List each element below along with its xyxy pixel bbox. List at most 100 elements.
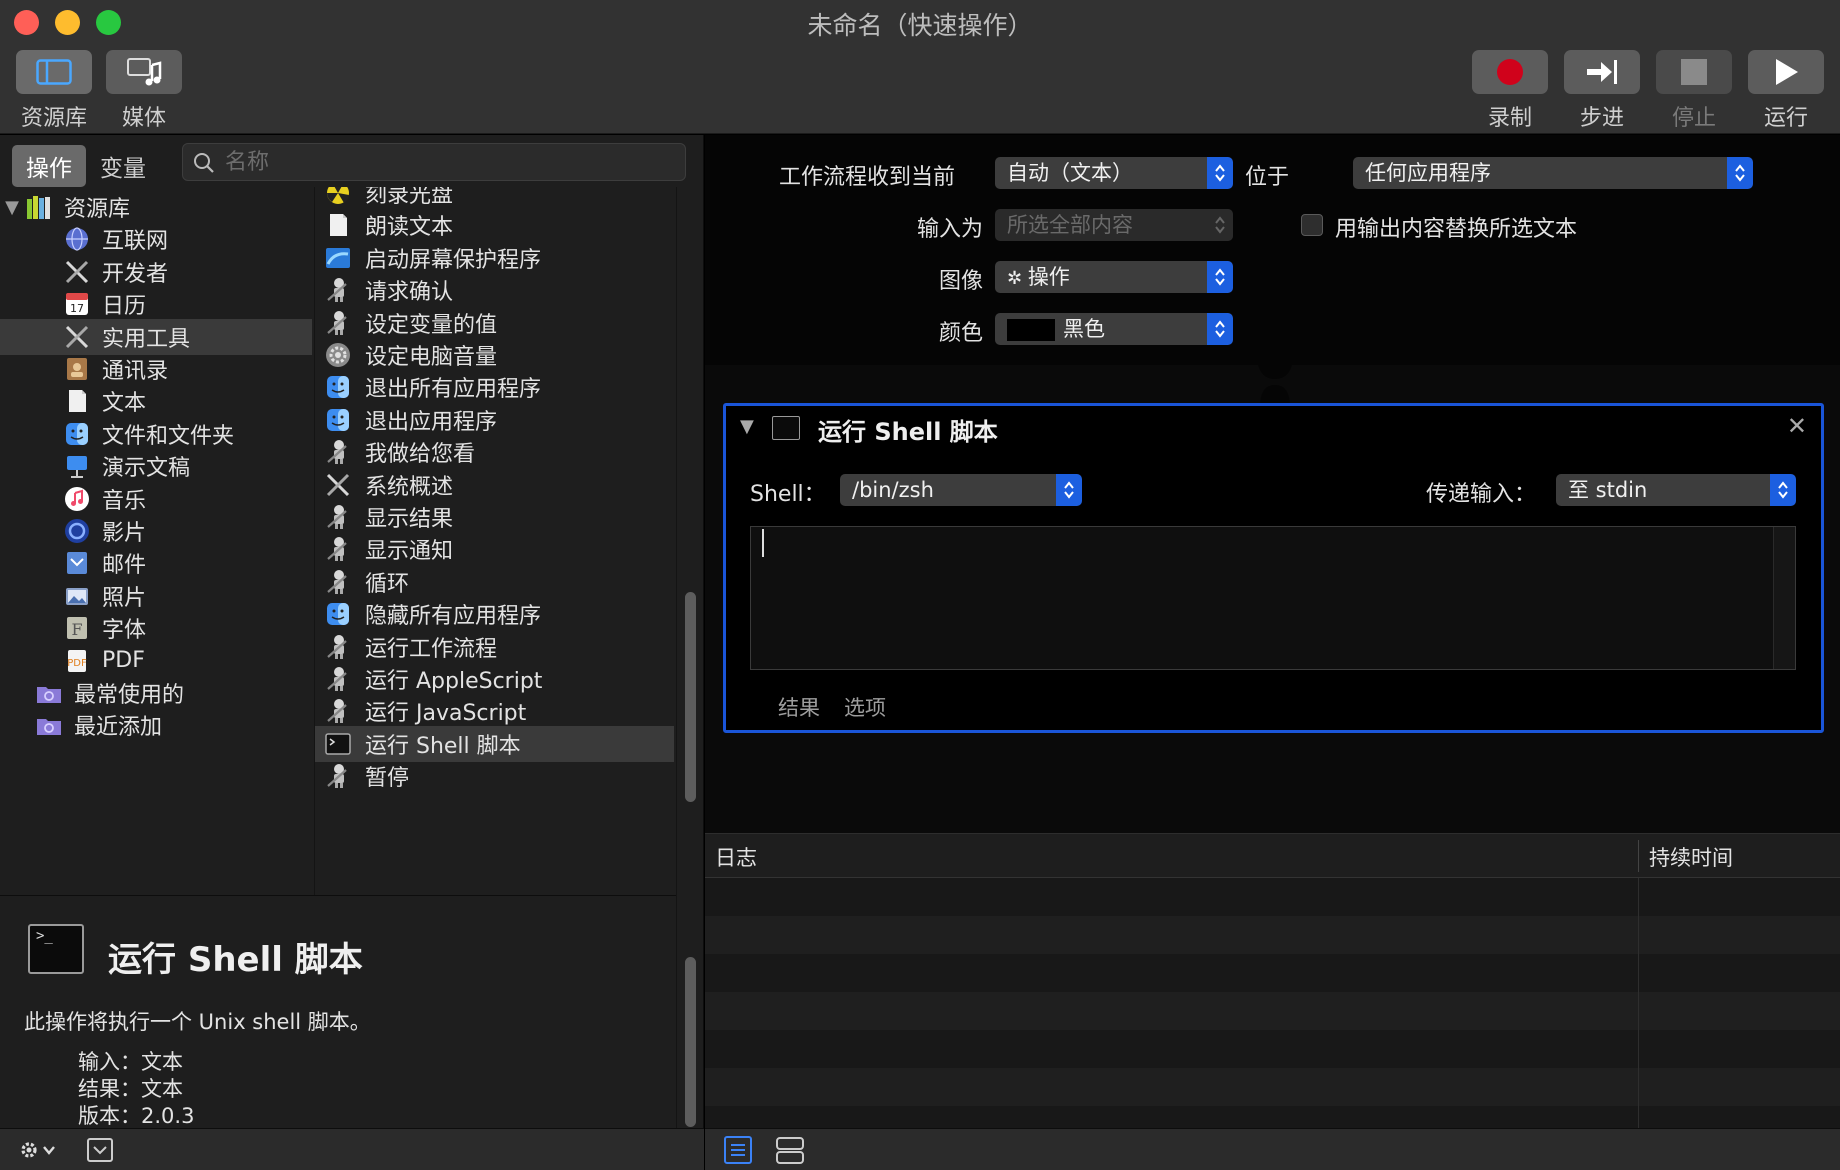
finder-icon (62, 419, 92, 449)
action-item-13[interactable]: 隐藏所有应用程序 (315, 596, 674, 632)
table-row (705, 878, 1840, 916)
record-button[interactable]: 录制 (1472, 50, 1548, 132)
sidebar-item-7[interactable]: 文件和文件夹 (0, 416, 312, 452)
automator-robot-icon (323, 275, 353, 305)
sidebar-item-16[interactable]: 最近添加 (0, 707, 312, 743)
sidebar-item-1[interactable]: 互联网 (0, 221, 312, 257)
library-icon (24, 192, 54, 222)
workflow-connector (1240, 365, 1310, 407)
automator-robot-icon (323, 502, 353, 532)
action-item-label: 刻录光盘 (365, 187, 454, 208)
split-view-icon[interactable] (775, 1135, 805, 1165)
system-prefs-icon (323, 340, 353, 370)
sidebar-item-11[interactable]: 邮件 (0, 545, 312, 581)
input-is-popup[interactable]: 所选全部内容 (995, 209, 1233, 241)
color-popup[interactable]: 黑色 (995, 313, 1233, 345)
sidebar-item-15[interactable]: 最常使用的 (0, 675, 312, 711)
action-item-9[interactable]: 系统概述 (315, 467, 674, 503)
automator-robot-icon (323, 632, 353, 662)
sidebar-item-14[interactable]: PDF PDF (0, 643, 312, 679)
media-icon (127, 58, 162, 86)
action-list: 刻录光盘朗读文本 启动屏幕保护程序 请求确认 设定变量的值 设定电脑音量 退出所有应用程序… (314, 187, 674, 895)
show-description-icon[interactable] (86, 1137, 114, 1163)
script-editor[interactable] (750, 526, 1796, 670)
action-item-1[interactable]: 朗读文本 (315, 207, 674, 243)
in-app-popup[interactable]: 任何应用程序 (1353, 157, 1753, 189)
action-item-4[interactable]: 设定变量的值 (315, 305, 674, 341)
sidebar-item-label: 文本 (102, 391, 147, 417)
collapse-triangle-icon[interactable]: ▼ (740, 416, 754, 437)
action-item-8[interactable]: 我做给您看 (315, 434, 674, 470)
tab-actions[interactable]: 操作 (12, 145, 86, 187)
action-item-5[interactable]: 设定电脑音量 (315, 337, 674, 373)
action-description: >_ 运行 Shell 脚本 此操作将执行一个 Unix shell 脚本。 输… (0, 895, 676, 1128)
sidebar-item-label: 最近添加 (74, 715, 163, 741)
sidebar-item-8[interactable]: 演示文稿 (0, 448, 312, 484)
description-scroll-thumb[interactable] (685, 957, 696, 1127)
image-popup[interactable]: ✲ 操作 (995, 261, 1233, 293)
sidebar-item-6[interactable]: 文本 (0, 383, 312, 419)
gear-menu-icon[interactable] (18, 1137, 58, 1163)
action-item-18[interactable]: 暂停 (315, 758, 674, 794)
log-header: 日志 持续时间 (705, 834, 1840, 878)
sidebar-item-2[interactable]: 开发者 (0, 254, 312, 290)
sidebar-item-13[interactable]: F 字体 (0, 610, 312, 646)
sidebar-item-10[interactable]: 影片 (0, 513, 312, 549)
sidebar-item-5[interactable]: 通讯录 (0, 351, 312, 387)
shell-value: /bin/zsh (852, 478, 934, 502)
popup-stepper-icon (1770, 474, 1796, 506)
run-button[interactable]: 运行 (1748, 50, 1824, 132)
step-icon (1587, 60, 1617, 84)
table-row (705, 954, 1840, 992)
action-item-label: 运行 JavaScript (365, 701, 527, 727)
action-item-12[interactable]: 循环 (315, 564, 674, 600)
action-item-7[interactable]: 退出应用程序 (315, 402, 674, 438)
action-item-14[interactable]: 运行工作流程 (315, 629, 674, 665)
svg-text:F: F (71, 620, 82, 639)
column-separator[interactable] (1638, 840, 1639, 872)
action-item-17[interactable]: 运行 Shell 脚本 (315, 725, 674, 762)
action-item-16[interactable]: 运行 JavaScript (315, 693, 674, 729)
action-item-2[interactable]: 启动屏幕保护程序 (315, 240, 674, 276)
tab-variables[interactable]: 变量 (86, 145, 160, 187)
sidebar-item-label: 日历 (102, 294, 147, 320)
script-scrollbar[interactable] (1773, 527, 1795, 669)
gear-icon: ✲ (1007, 268, 1028, 289)
action-item-15[interactable]: 运行 AppleScript (315, 661, 674, 697)
disclosure-triangle-icon[interactable]: ▼ (0, 197, 24, 218)
action-list-scrollbar[interactable] (676, 187, 702, 1129)
description-version: 版本：2.0.3 (78, 1100, 194, 1130)
stop-button[interactable]: 停止 (1656, 50, 1732, 132)
close-icon[interactable]: ✕ (1787, 412, 1807, 440)
sidebar-item-0[interactable]: ▼ 资源库 (0, 189, 312, 225)
pass-input-popup[interactable]: 至 stdin (1556, 474, 1796, 506)
music-icon (62, 484, 92, 514)
step-button[interactable]: 步进 (1564, 50, 1640, 132)
media-button[interactable]: 媒体 (106, 50, 182, 132)
sidebar-item-3[interactable]: 17 日历 (0, 286, 312, 322)
list-view-icon[interactable] (723, 1135, 753, 1165)
tab-options[interactable]: 选项 (844, 692, 886, 722)
duration-column-header[interactable]: 持续时间 (1649, 842, 1733, 872)
action-item-10[interactable]: 显示结果 (315, 499, 674, 535)
version-key: 版本： (78, 1104, 141, 1128)
sidebar-item-12[interactable]: 照片 (0, 578, 312, 614)
pass-input-value: 至 stdin (1568, 478, 1648, 502)
tab-results[interactable]: 结果 (778, 692, 820, 722)
sidebar-item-4[interactable]: 实用工具 (0, 318, 312, 355)
step-label: 步进 (1579, 106, 1624, 131)
library-toggle-button[interactable]: 资源库 (16, 50, 92, 132)
action-list-scroll-thumb[interactable] (685, 592, 696, 802)
shell-popup[interactable]: /bin/zsh (840, 474, 1082, 506)
replace-output-checkbox[interactable] (1301, 214, 1323, 236)
receives-popup[interactable]: 自动（文本） (995, 157, 1233, 189)
action-item-label: 朗读文本 (365, 215, 454, 241)
action-item-11[interactable]: 显示通知 (315, 531, 674, 567)
search-input[interactable] (225, 147, 665, 177)
log-column-header[interactable]: 日志 (715, 842, 757, 872)
action-item-3[interactable]: 请求确认 (315, 272, 674, 308)
sidebar-item-9[interactable]: 音乐 (0, 481, 312, 517)
action-item-6[interactable]: 退出所有应用程序 (315, 369, 674, 405)
toolbar: 未命名（快速操作） 资源库 媒体 录制 步进 停止 运行 (0, 0, 1840, 134)
color-swatch (1007, 319, 1055, 341)
